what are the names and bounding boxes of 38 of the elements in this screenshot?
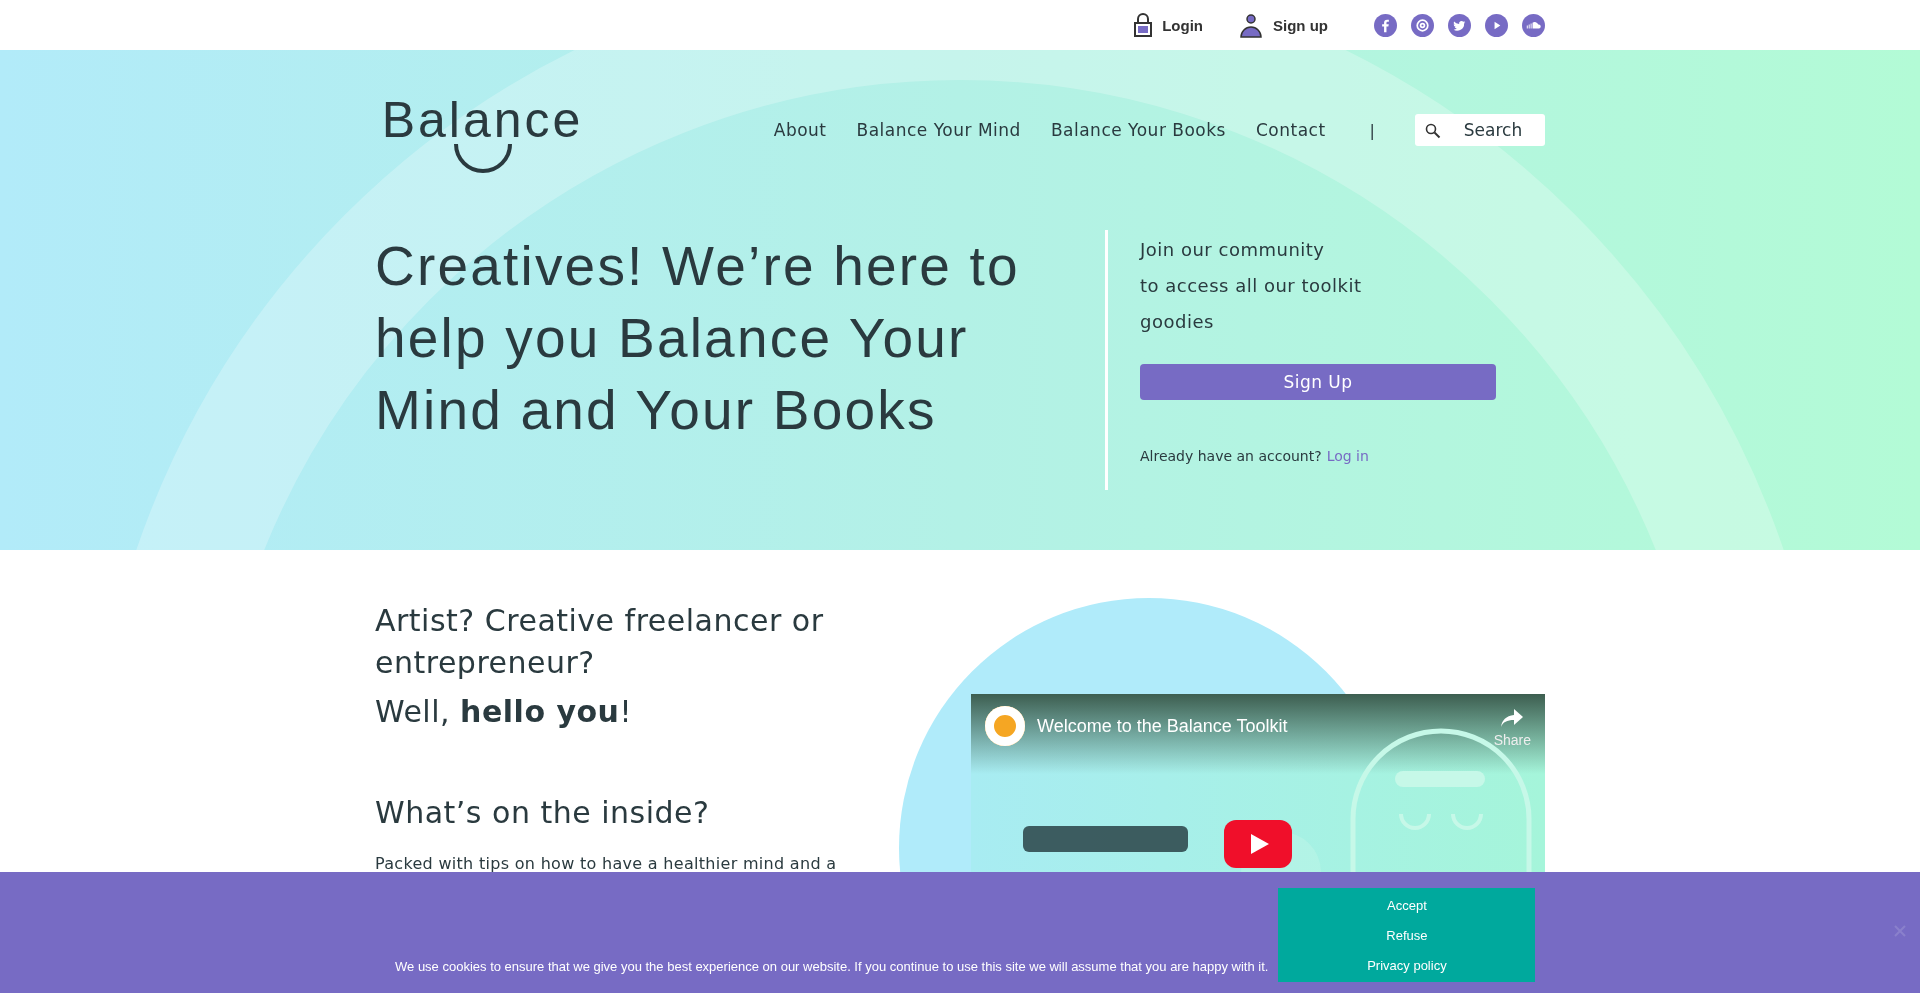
search-field[interactable]: Search (1415, 114, 1545, 146)
play-button-icon[interactable] (1224, 820, 1292, 868)
cookie-button[interactable]: Accept (1278, 890, 1536, 920)
logo[interactable]: Balance (375, 94, 590, 176)
login-link[interactable]: Login (1134, 13, 1203, 37)
facebook-icon[interactable] (1374, 13, 1397, 37)
video-title[interactable]: Welcome to the Balance Toolkit (1037, 716, 1482, 737)
join-text: goodies (1140, 310, 1215, 334)
lock-icon (1134, 13, 1153, 37)
twitter-icon[interactable] (1448, 13, 1471, 37)
section-heading: What’s on the inside? (375, 795, 711, 830)
cookie-button[interactable]: Refuse (1278, 920, 1536, 950)
smile-icon (452, 142, 513, 176)
hero-headline: Creatives! We’re here to help you Balance Your Mind and Your Books (375, 234, 1021, 443)
nav-link[interactable]: About (773, 120, 827, 140)
logo-text: Balance (381, 94, 584, 146)
intro-paragraph: Packed with tips on how to have a healthier mind and a (375, 854, 838, 873)
nav-link[interactable]: Contact (1255, 120, 1326, 140)
person-icon (1239, 12, 1263, 38)
cookie-button[interactable]: Privacy policy (1278, 950, 1536, 980)
nav-link[interactable]: Balance Your Books (1050, 120, 1226, 140)
signup-link[interactable]: Sign up (1239, 12, 1328, 38)
cookie-message: We use cookies to ensure that we give you the best experience on our website. If you continue to use this site we will assume that you are happy with it. (395, 959, 1269, 974)
instagram-icon[interactable] (1411, 13, 1434, 37)
account-log-in-link[interactable]: Log in (1326, 448, 1369, 464)
join-text: to access all our toolkit (1140, 274, 1363, 298)
sign-up-button[interactable]: Sign Up (1140, 364, 1496, 400)
nav-separator: | (1369, 120, 1375, 140)
search-icon (1425, 123, 1441, 139)
account-prompt: Already have an account? (1140, 448, 1322, 464)
share-icon (1500, 708, 1525, 728)
video-player[interactable]: Welcome to the Balance Toolkit Share (971, 694, 1545, 872)
soundcloud-icon[interactable] (1522, 13, 1545, 37)
youtube-icon[interactable] (1485, 13, 1508, 37)
greeting-text: Well, hello you! (375, 694, 633, 729)
nav-link[interactable]: Balance Your Mind (856, 120, 1021, 140)
join-text: Join our community (1140, 238, 1326, 262)
intro-heading: Artist? Creative freelancer or entrepreneur? (375, 602, 825, 682)
